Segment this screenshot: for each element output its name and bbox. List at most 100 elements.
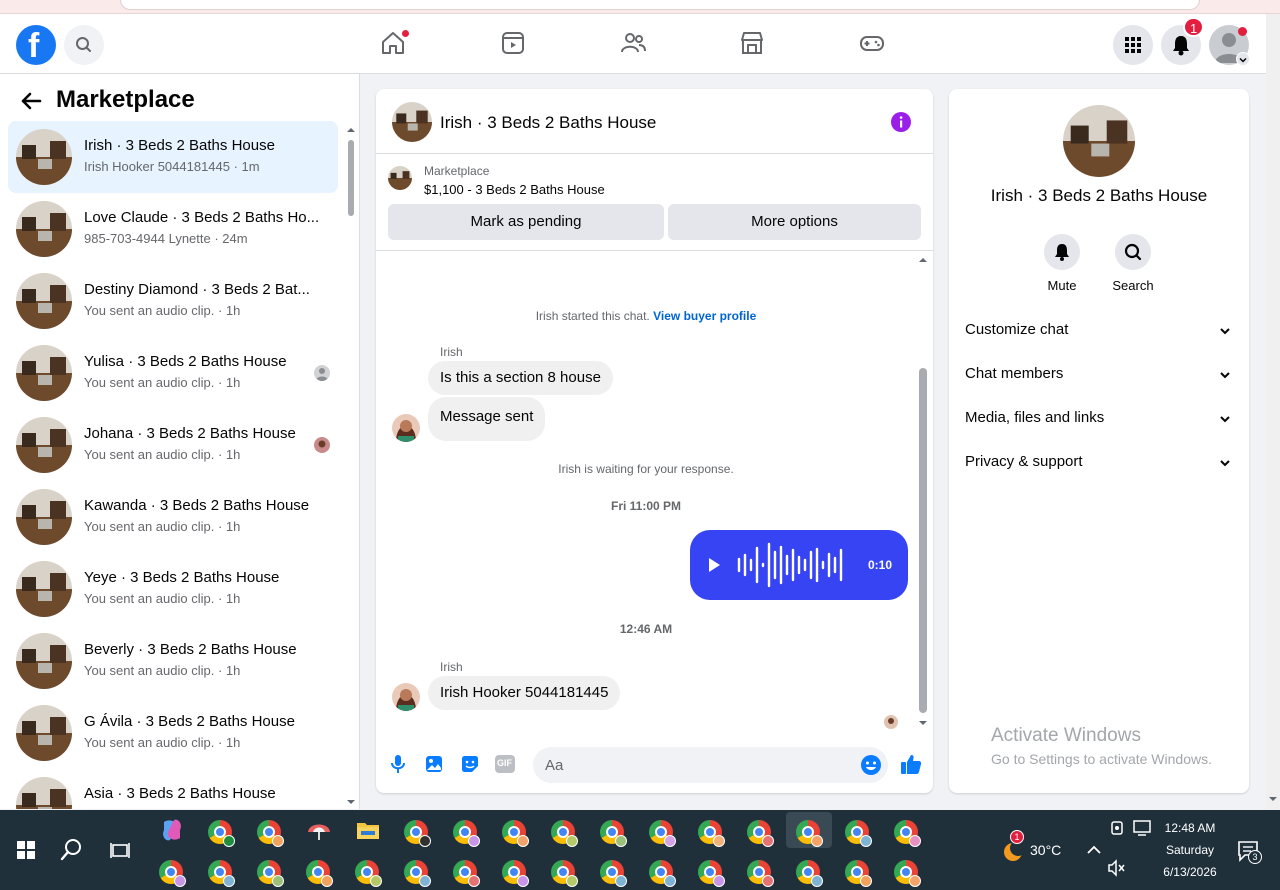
address-bar[interactable] bbox=[120, 0, 1200, 10]
privacy-support-section[interactable]: Privacy & support bbox=[965, 453, 1233, 477]
clock-date[interactable]: 6/13/2026 bbox=[1158, 865, 1222, 879]
chrome-window[interactable] bbox=[747, 860, 774, 887]
chrome-window[interactable] bbox=[306, 860, 333, 887]
conversation-info-button[interactable] bbox=[890, 111, 912, 133]
facebook-logo[interactable]: f bbox=[16, 25, 56, 65]
message-bubble[interactable]: Is this a section 8 house bbox=[428, 361, 613, 395]
conversation-item[interactable]: Love Claude · 3 Beds 2 Baths Ho... 985-7… bbox=[8, 193, 338, 265]
chrome-window[interactable] bbox=[551, 860, 578, 887]
conversation-item[interactable]: Yeye · 3 Beds 2 Baths House You sent an … bbox=[8, 553, 338, 625]
chrome-window[interactable] bbox=[502, 860, 529, 887]
search-button[interactable] bbox=[64, 25, 104, 65]
start-button[interactable] bbox=[10, 834, 42, 866]
gif-button[interactable]: GIF bbox=[495, 755, 515, 773]
sticker-button[interactable] bbox=[459, 753, 481, 775]
chrome-window[interactable] bbox=[404, 820, 431, 847]
copilot-app[interactable] bbox=[156, 814, 188, 846]
chrome-window[interactable] bbox=[355, 860, 382, 887]
taskbar-search-button[interactable] bbox=[56, 834, 88, 866]
weather-widget[interactable]: 1 bbox=[998, 830, 1030, 866]
chrome-window[interactable] bbox=[453, 860, 480, 887]
chrome-window[interactable] bbox=[845, 860, 872, 887]
listing-price-title[interactable]: $1,100 - 3 Beds 2 Baths House bbox=[424, 182, 605, 197]
chrome-window[interactable] bbox=[894, 820, 921, 847]
chrome-window[interactable] bbox=[502, 820, 529, 847]
chrome-window[interactable] bbox=[453, 820, 480, 847]
sender-avatar[interactable] bbox=[392, 683, 420, 711]
pinned-app[interactable] bbox=[303, 814, 335, 846]
chrome-window[interactable] bbox=[404, 860, 431, 887]
more-options-button[interactable]: More options bbox=[668, 204, 921, 240]
send-like-button[interactable] bbox=[899, 752, 923, 776]
back-button[interactable] bbox=[18, 88, 44, 114]
chrome-window[interactable] bbox=[257, 820, 284, 847]
view-buyer-profile-link[interactable]: View buyer profile bbox=[653, 309, 756, 323]
chrome-window[interactable] bbox=[208, 860, 235, 887]
sidebar-scroll-thumb[interactable] bbox=[348, 140, 354, 216]
conversation-item[interactable]: Destiny Diamond · 3 Beds 2 Bat... You se… bbox=[8, 265, 338, 337]
chrome-window[interactable] bbox=[600, 820, 627, 847]
clock-time[interactable]: 12:48 AM bbox=[1158, 821, 1222, 835]
sidebar-scrollbar[interactable] bbox=[345, 126, 356, 808]
chrome-window[interactable] bbox=[257, 860, 284, 887]
tray-meet-now[interactable] bbox=[1103, 814, 1131, 842]
menu-button[interactable] bbox=[1113, 25, 1153, 65]
chrome-window[interactable] bbox=[845, 820, 872, 847]
conversation-item[interactable]: Kawanda · 3 Beds 2 Baths House You sent … bbox=[8, 481, 338, 553]
nav-friends[interactable] bbox=[618, 28, 648, 58]
page-scrollbar[interactable] bbox=[1266, 14, 1280, 809]
message-bubble[interactable]: Message sent bbox=[428, 397, 546, 441]
conversation-item[interactable]: Irish · 3 Beds 2 Baths House Irish Hooke… bbox=[8, 121, 338, 193]
attach-photo-button[interactable] bbox=[423, 753, 445, 775]
details-listing-thumbnail[interactable] bbox=[1063, 105, 1135, 177]
chrome-window[interactable] bbox=[894, 860, 921, 887]
tray-volume[interactable] bbox=[1103, 854, 1131, 882]
chat-scroll-thumb[interactable] bbox=[919, 368, 927, 713]
play-icon[interactable] bbox=[706, 557, 722, 573]
sender-avatar[interactable] bbox=[392, 414, 420, 442]
chrome-window[interactable] bbox=[600, 860, 627, 887]
emoji-icon[interactable] bbox=[860, 754, 882, 776]
nav-video[interactable] bbox=[498, 28, 528, 58]
chrome-window[interactable] bbox=[649, 860, 676, 887]
voice-clip-button[interactable] bbox=[387, 753, 409, 775]
nav-home[interactable] bbox=[378, 28, 409, 58]
account-chevron-button[interactable] bbox=[1236, 52, 1250, 66]
media-files-links-section[interactable]: Media, files and links bbox=[965, 409, 1233, 433]
conversation-item[interactable]: Yulisa · 3 Beds 2 Baths House You sent a… bbox=[8, 337, 338, 409]
conversation-item[interactable]: Beverly · 3 Beds 2 Baths House You sent … bbox=[8, 625, 338, 697]
clock-day[interactable]: Saturday bbox=[1158, 843, 1222, 857]
notifications-button[interactable]: 1 bbox=[1161, 17, 1205, 65]
task-view-button[interactable] bbox=[104, 834, 136, 866]
chat-members-section[interactable]: Chat members bbox=[965, 365, 1233, 389]
conversation-item[interactable]: Asia · 3 Beds 2 Baths House bbox=[8, 769, 338, 809]
chrome-window[interactable] bbox=[747, 820, 774, 847]
chrome-window[interactable] bbox=[796, 860, 823, 887]
notification-center-button[interactable]: 3 bbox=[1234, 836, 1264, 866]
file-explorer-app[interactable] bbox=[352, 814, 384, 846]
message-input[interactable]: Aa bbox=[533, 747, 888, 783]
conversation-item[interactable]: Johana · 3 Beds 2 Baths House You sent a… bbox=[8, 409, 338, 481]
conversation-item[interactable]: G Ávila · 3 Beds 2 Baths House You sent … bbox=[8, 697, 338, 769]
search-in-conversation-button[interactable]: Search bbox=[1103, 234, 1163, 293]
temperature[interactable]: 30°C bbox=[1030, 842, 1061, 858]
chrome-window[interactable] bbox=[649, 820, 676, 847]
mute-button[interactable]: Mute bbox=[1032, 234, 1092, 293]
customize-chat-section[interactable]: Customize chat bbox=[965, 321, 1233, 345]
nav-marketplace[interactable] bbox=[737, 28, 767, 58]
chrome-window[interactable] bbox=[698, 820, 725, 847]
chat-title[interactable]: Irish · 3 Beds 2 Baths House bbox=[440, 113, 656, 133]
chrome-window-active[interactable] bbox=[796, 820, 823, 847]
chat-listing-thumbnail[interactable] bbox=[392, 102, 432, 142]
chrome-window[interactable] bbox=[551, 820, 578, 847]
chrome-window[interactable] bbox=[208, 820, 235, 847]
chat-header: Irish · 3 Beds 2 Baths House bbox=[376, 89, 933, 154]
chrome-window[interactable] bbox=[698, 860, 725, 887]
message-bubble[interactable]: Irish Hooker 5044181445 bbox=[428, 676, 621, 710]
audio-message[interactable]: 0:10 bbox=[690, 530, 908, 600]
chrome-window[interactable] bbox=[159, 860, 186, 887]
tray-network[interactable] bbox=[1128, 814, 1156, 842]
nav-gaming[interactable] bbox=[857, 28, 887, 58]
mark-as-pending-button[interactable]: Mark as pending bbox=[388, 204, 664, 240]
chat-scrollbar[interactable] bbox=[916, 254, 930, 729]
